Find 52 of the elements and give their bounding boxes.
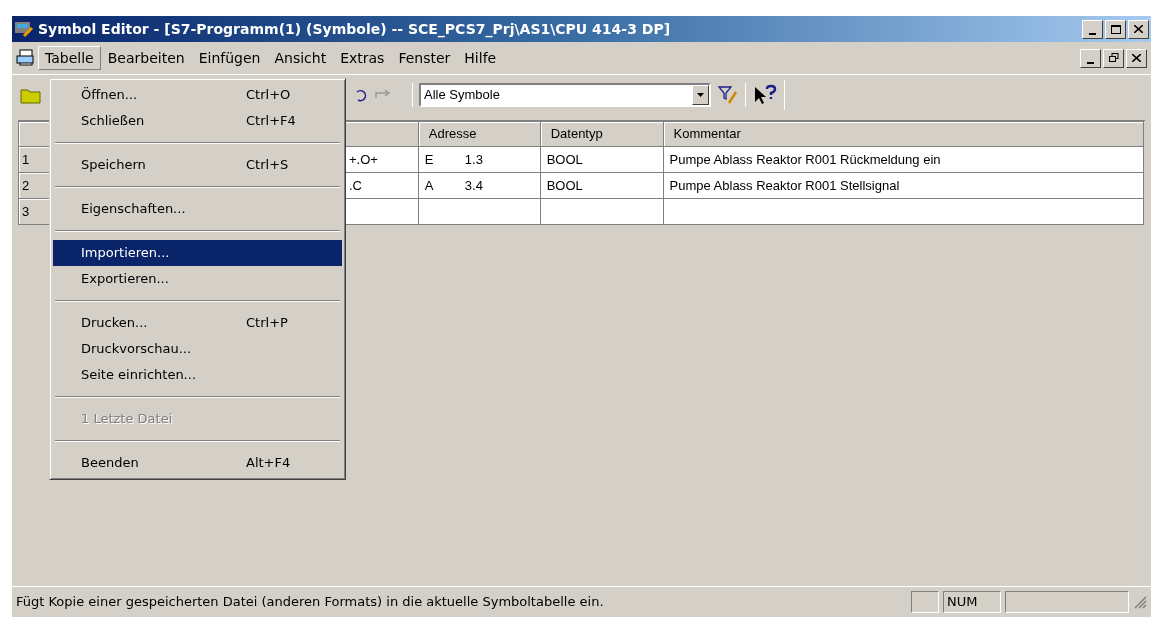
datatype-cell: BOOL	[546, 151, 583, 167]
comment-cell: Pumpe Ablass Reaktor R001 Rückmeldung ein	[669, 151, 941, 167]
symbol-cell: .C	[348, 177, 362, 193]
num-lock-indicator: NUM	[943, 591, 1001, 613]
menu-bar-item[interactable]: Extras	[333, 46, 392, 70]
status-message: Fügt Kopie einer gespeicherten Datei (anderen Formats) in die aktuelle Symboltabelle ein.	[16, 593, 605, 612]
address-cell: 1.3	[464, 151, 483, 167]
status-panel	[911, 591, 939, 613]
close-button[interactable]	[1128, 19, 1149, 39]
window-title: Symbol Editor - [S7-Programm(1) (Symbole) -- SCE_PCS7_Prj\AS1\CPU 414-3 DP]	[38, 19, 671, 40]
menu-item[interactable]: Druckvorschau...	[53, 336, 342, 362]
row-number: 3	[22, 203, 30, 219]
comment-cell: Pumpe Ablass Reaktor R001 Stellsignal	[669, 177, 900, 193]
address-area: E	[424, 149, 465, 170]
resize-grip-icon[interactable]	[1133, 595, 1147, 609]
menu-item[interactable]: Drucken... Ctrl+P	[53, 310, 342, 336]
app-icon	[14, 20, 34, 38]
minimize-button[interactable]	[1082, 19, 1103, 39]
close-icon	[1134, 25, 1143, 33]
maximize-button[interactable]	[1105, 19, 1126, 39]
menu-bar-item[interactable]: Tabelle	[38, 46, 101, 70]
menu-item[interactable]: Seite einrichten...	[53, 362, 342, 388]
menu-bar-item[interactable]: Bearbeiten	[100, 46, 192, 70]
menu-item[interactable]: Importieren...	[53, 240, 342, 266]
restore-button[interactable]	[1103, 48, 1124, 68]
address-cell: 3.4	[464, 177, 483, 193]
dropdown-arrow-icon	[697, 92, 704, 97]
menu-bar-item[interactable]: Fenster	[391, 46, 458, 70]
row-number: 1	[22, 151, 30, 167]
column-header: Datentyp	[550, 126, 603, 142]
filter-icon[interactable]	[717, 83, 739, 106]
menu-bar-item[interactable]: Einfügen	[191, 46, 268, 70]
menu-item[interactable]: Exportieren...	[53, 266, 342, 292]
restore-icon	[1108, 53, 1119, 63]
filter-dropdown[interactable]: Alle Symbole	[419, 82, 711, 107]
minimize-button[interactable]	[1080, 48, 1101, 68]
menu-bar-item[interactable]: Hilfe	[457, 46, 504, 70]
datatype-cell: BOOL	[546, 177, 583, 193]
menu-item[interactable]: Beenden Alt+F4	[53, 450, 342, 476]
row-number: 2	[22, 177, 30, 193]
close-button[interactable]	[1126, 48, 1147, 68]
menu-item[interactable]: Schließen Ctrl+F4	[53, 108, 342, 134]
column-header: Adresse	[428, 126, 477, 142]
help-cursor-icon[interactable]	[752, 83, 778, 106]
menu-bar-item[interactable]: Ansicht	[267, 46, 334, 70]
symbol-cell: +.O+	[348, 151, 378, 167]
menu-item[interactable]: Öffnen... Ctrl+O	[53, 82, 342, 108]
menu-item[interactable]: Speichern Ctrl+S	[53, 152, 342, 178]
address-area: A	[424, 175, 465, 196]
undo-icon[interactable]	[354, 87, 368, 102]
column-header: Kommentar	[673, 126, 741, 142]
close-icon	[1132, 54, 1141, 62]
